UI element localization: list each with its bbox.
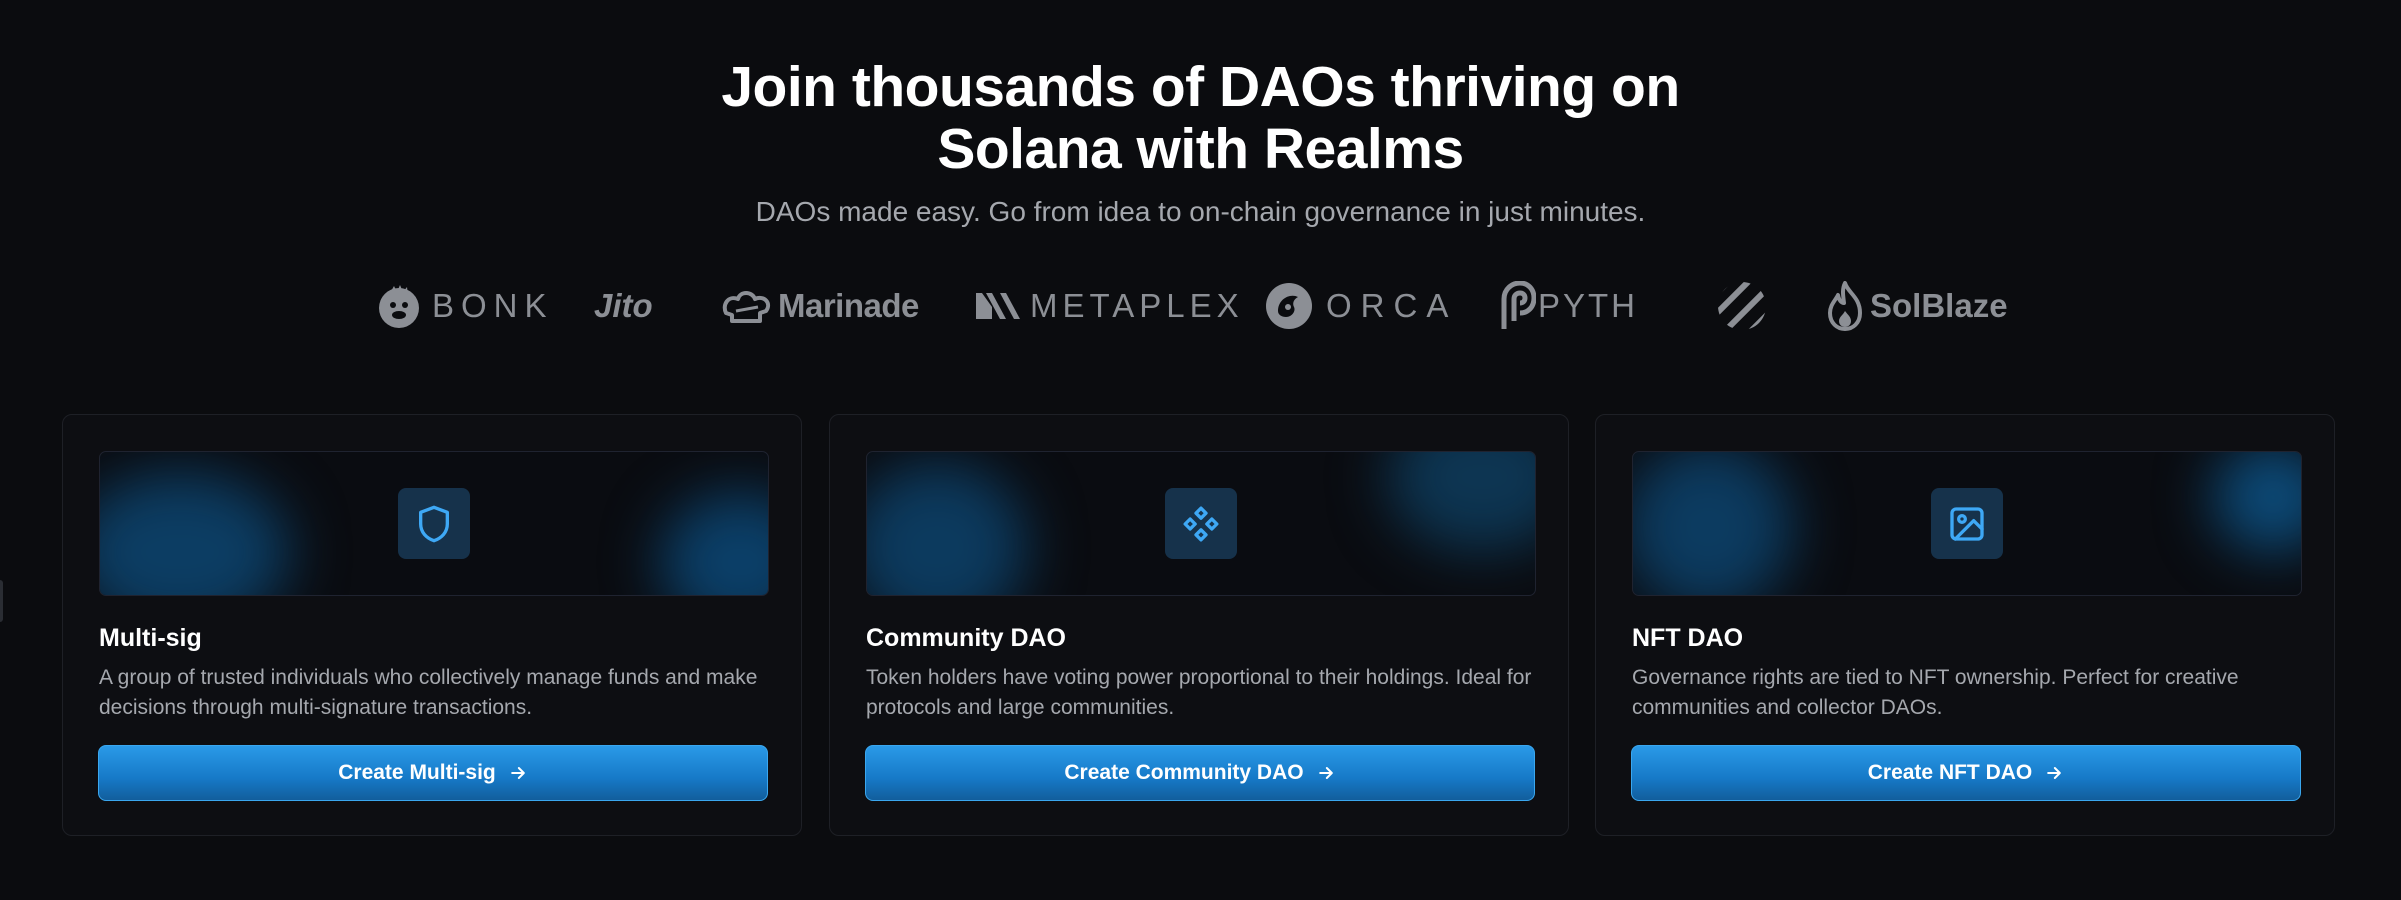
banner-glow (100, 472, 290, 595)
dao-type-card-multisig: Multi-sig A group of trusted individuals… (62, 414, 802, 836)
pyth-p-icon (1501, 281, 1536, 329)
marinade-chef-hat-icon (722, 291, 771, 323)
image-icon (1950, 506, 1984, 541)
page-subtitle: DAOs made easy. Go from idea to on-chain… (755, 196, 1646, 227)
striped-circle-logo-icon (1718, 282, 1766, 330)
logo-jito: Jito (594, 276, 653, 336)
logo-orca: ORCA (1264, 276, 1457, 336)
page-title-line-2: Solana with Realms (937, 117, 1464, 181)
banner-glow (660, 492, 768, 595)
card-icon-tile (1931, 488, 2003, 559)
page-title: Join thousands of DAOs thriving on Solan… (0, 56, 2401, 180)
card-icon-tile (398, 488, 470, 559)
logo-pyth: PYTH (1500, 276, 1638, 336)
card-description: Token holders have voting power proporti… (866, 666, 1532, 719)
banner-glow (1387, 452, 1535, 552)
banner-glow (1633, 452, 1793, 595)
card-icon-tile (1165, 488, 1237, 559)
side-drawer-handle[interactable] (0, 580, 3, 622)
logo-striped-circle (1716, 276, 1768, 336)
dao-type-card-community: Community DAO Token holders have voting … (829, 414, 1569, 836)
card-banner (1632, 451, 2302, 596)
button-label: Create NFT DAO (1867, 761, 2033, 784)
logo-jito-label: Jito (594, 287, 653, 324)
hero-section: Join thousands of DAOs thriving on Solan… (0, 56, 2401, 230)
logo-marinade: Marinade (720, 276, 919, 336)
page-title-line-1: Join thousands of DAOs thriving on (721, 55, 1680, 119)
create-nft-dao-button[interactable]: Create NFT DAO (1631, 745, 2301, 801)
arrow-right-icon (2044, 763, 2064, 783)
metaplex-m-icon (976, 293, 1020, 319)
card-title: Community DAO (866, 624, 1066, 652)
logo-pyth-label: PYTH (1538, 287, 1639, 324)
card-banner (866, 451, 1536, 596)
logo-orca-label: ORCA (1326, 287, 1458, 324)
flame-icon (1828, 281, 1862, 331)
card-description: A group of trusted individuals who colle… (99, 666, 758, 719)
orca-whale-icon (1266, 283, 1312, 329)
arrow-right-icon (508, 763, 528, 783)
diamond-nodes-icon (1183, 506, 1219, 541)
logo-metaplex: METAPLEX (974, 276, 1244, 336)
arrow-right-icon (1316, 763, 1336, 783)
banner-glow (2213, 452, 2301, 552)
dao-type-card-nft: NFT DAO Governance rights are tied to NF… (1595, 414, 2335, 836)
logo-bonk: BONK (376, 276, 554, 336)
logo-solblaze: SolBlaze (1826, 276, 2008, 336)
partner-logos: BONK Jito Marinade METAPLEX ORCA PYTH So… (0, 276, 2401, 336)
logo-bonk-label: BONK (432, 287, 554, 324)
create-multisig-button[interactable]: Create Multi-sig (98, 745, 768, 801)
button-label: Create Community DAO (1064, 761, 1304, 784)
card-title: Multi-sig (99, 624, 202, 652)
create-community-dao-button[interactable]: Create Community DAO (865, 745, 1535, 801)
card-banner (99, 451, 769, 596)
logo-metaplex-label: METAPLEX (1030, 287, 1244, 324)
card-description: Governance rights are tied to NFT owners… (1632, 666, 2239, 719)
banner-glow (867, 462, 1027, 595)
logo-marinade-label: Marinade (778, 287, 919, 324)
card-title: NFT DAO (1632, 624, 1744, 652)
bonk-dog-icon (379, 285, 419, 328)
shield-icon (419, 505, 449, 542)
logo-solblaze-label: SolBlaze (1870, 287, 2008, 324)
button-label: Create Multi-sig (338, 761, 496, 784)
